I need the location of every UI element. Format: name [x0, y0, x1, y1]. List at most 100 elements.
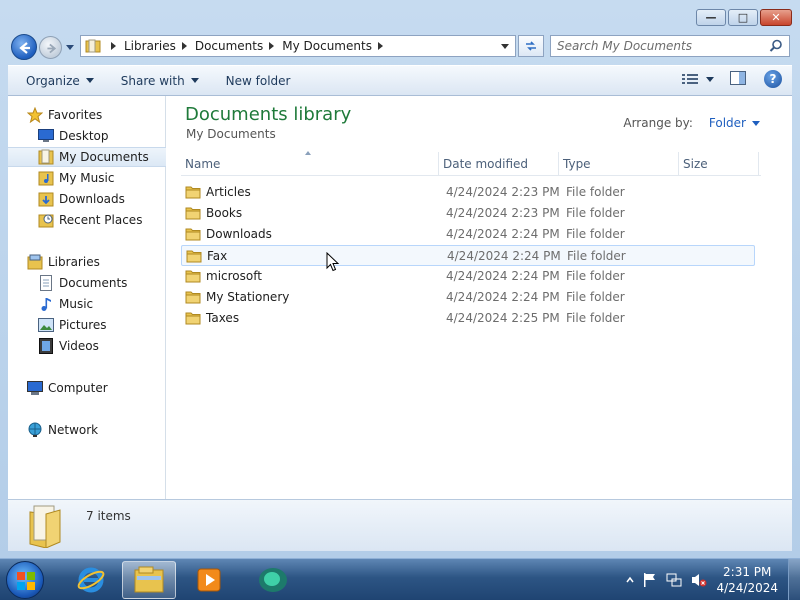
minimize-button[interactable]: —: [696, 9, 726, 26]
file-row[interactable]: Books 4/24/2024 2:23 PM File folder: [181, 203, 755, 224]
downloads-folder-icon: [38, 191, 54, 207]
system-tray: 2:31 PM 4/24/2024: [626, 559, 800, 600]
nav-label: Downloads: [59, 192, 125, 206]
network-status-icon[interactable]: [666, 572, 682, 588]
nav-documents[interactable]: Documents: [8, 273, 166, 293]
breadcrumb-separator[interactable]: [181, 42, 187, 50]
nav-label: Documents: [59, 276, 128, 290]
arrange-by-dropdown[interactable]: Folder: [709, 116, 760, 130]
recent-pages-dropdown[interactable]: [66, 45, 74, 50]
show-hidden-icons-chevron-icon[interactable]: [626, 576, 635, 584]
help-button[interactable]: ?: [764, 70, 782, 88]
nav-label: My Music: [59, 171, 115, 185]
breadcrumb-separator[interactable]: [111, 42, 116, 50]
file-date-modified: 4/24/2024 2:23 PM: [446, 185, 560, 199]
taskbar-media-player[interactable]: [182, 561, 236, 599]
column-name[interactable]: Name: [181, 152, 439, 176]
nav-videos[interactable]: Videos: [8, 336, 166, 356]
breadcrumb-documents[interactable]: Documents: [195, 39, 263, 53]
show-desktop-button[interactable]: [788, 559, 800, 600]
organize-label: Organize: [26, 73, 80, 88]
start-button[interactable]: [6, 561, 44, 599]
address-bar[interactable]: Libraries Documents My Documents: [80, 35, 516, 57]
taskbar: 2:31 PM 4/24/2024: [0, 558, 800, 600]
search-input[interactable]: [551, 36, 761, 56]
file-name: microsoft: [206, 269, 262, 283]
media-player-icon: [197, 568, 221, 592]
music-note-icon: [38, 296, 54, 312]
taskbar-app[interactable]: [246, 561, 300, 599]
search-icon[interactable]: [769, 39, 783, 53]
forward-button[interactable]: [39, 36, 62, 59]
nav-label: Music: [59, 297, 94, 311]
breadcrumb-separator[interactable]: [269, 42, 275, 50]
address-dropdown[interactable]: [501, 44, 509, 49]
nav-my-music[interactable]: My Music: [8, 168, 166, 188]
folder-icon: [185, 185, 201, 202]
file-name: Fax: [207, 249, 228, 263]
nav-downloads[interactable]: Downloads: [8, 189, 166, 209]
chevron-down-icon: [706, 76, 714, 82]
nav-label: Favorites: [48, 108, 103, 122]
network-icon: [27, 422, 43, 438]
item-count: 7 items: [86, 509, 131, 523]
preview-pane-icon: [730, 70, 746, 85]
file-type: File folder: [566, 206, 625, 220]
nav-label: Computer: [48, 381, 108, 395]
action-center-flag-icon[interactable]: [643, 572, 657, 588]
nav-my-documents[interactable]: My Documents: [8, 147, 166, 167]
file-list-pane: Documents library My Documents Arrange b…: [167, 96, 792, 499]
taskbar-windows-explorer[interactable]: [122, 561, 176, 599]
folder-icon: [185, 269, 201, 286]
organize-button[interactable]: Organize: [17, 69, 103, 93]
file-row[interactable]: Fax 4/24/2024 2:24 PM File folder: [181, 245, 755, 266]
maximize-button[interactable]: □: [728, 9, 758, 26]
file-row[interactable]: Taxes 4/24/2024 2:25 PM File folder: [181, 308, 755, 329]
column-date-modified[interactable]: Date modified: [439, 152, 559, 176]
breadcrumb-separator[interactable]: [377, 42, 383, 50]
nav-desktop[interactable]: Desktop: [8, 126, 166, 146]
nav-music[interactable]: Music: [8, 294, 166, 314]
nav-label: Pictures: [59, 318, 107, 332]
taskbar-internet-explorer[interactable]: [64, 561, 118, 599]
nav-recent-places[interactable]: Recent Places: [8, 210, 166, 230]
column-size[interactable]: Size: [679, 152, 759, 176]
computer-icon: [27, 380, 43, 396]
nav-pictures[interactable]: Pictures: [8, 315, 166, 335]
view-controls: ?: [682, 70, 782, 88]
music-folder-icon: [38, 170, 54, 186]
file-row[interactable]: My Stationery 4/24/2024 2:24 PM File folde…: [181, 287, 755, 308]
library-folder-icon: [29, 505, 61, 548]
nav-label: Videos: [59, 339, 99, 353]
breadcrumb-libraries[interactable]: Libraries: [124, 39, 176, 53]
preview-pane-button[interactable]: [730, 70, 746, 88]
new-folder-button[interactable]: New folder: [217, 69, 300, 93]
column-type[interactable]: Type: [559, 152, 679, 176]
back-button[interactable]: [11, 34, 37, 60]
content-area: Favorites Desktop My Documents My Music …: [8, 96, 792, 499]
file-type: File folder: [566, 311, 625, 325]
details-view-icon: [682, 74, 698, 84]
share-with-button[interactable]: Share with: [112, 69, 208, 93]
nav-favorites[interactable]: Favorites: [8, 105, 166, 125]
refresh-icon: [526, 41, 536, 51]
close-button[interactable]: ✕: [760, 9, 792, 26]
nav-label: My Documents: [59, 150, 149, 164]
file-row[interactable]: Articles 4/24/2024 2:23 PM File folder: [181, 182, 755, 203]
refresh-button[interactable]: [518, 35, 544, 57]
column-header: Name Date modified Type Size: [181, 151, 761, 176]
nav-computer[interactable]: Computer: [8, 378, 166, 398]
taskbar-clock[interactable]: 2:31 PM 4/24/2024: [716, 564, 778, 596]
nav-libraries[interactable]: Libraries: [8, 252, 166, 272]
file-type: File folder: [566, 269, 625, 283]
file-row[interactable]: Downloads 4/24/2024 2:24 PM File folder: [181, 224, 755, 245]
file-row[interactable]: microsoft 4/24/2024 2:24 PM File folder: [181, 266, 755, 287]
volume-muted-icon[interactable]: [691, 572, 707, 588]
nav-network[interactable]: Network: [8, 420, 166, 440]
change-view-button[interactable]: [682, 73, 714, 85]
breadcrumb-my-documents[interactable]: My Documents: [282, 39, 372, 53]
file-date-modified: 4/24/2024 2:23 PM: [446, 206, 560, 220]
search-box: [550, 35, 790, 57]
navigation-pane: Favorites Desktop My Documents My Music …: [8, 96, 166, 499]
chevron-down-icon: [752, 120, 760, 126]
